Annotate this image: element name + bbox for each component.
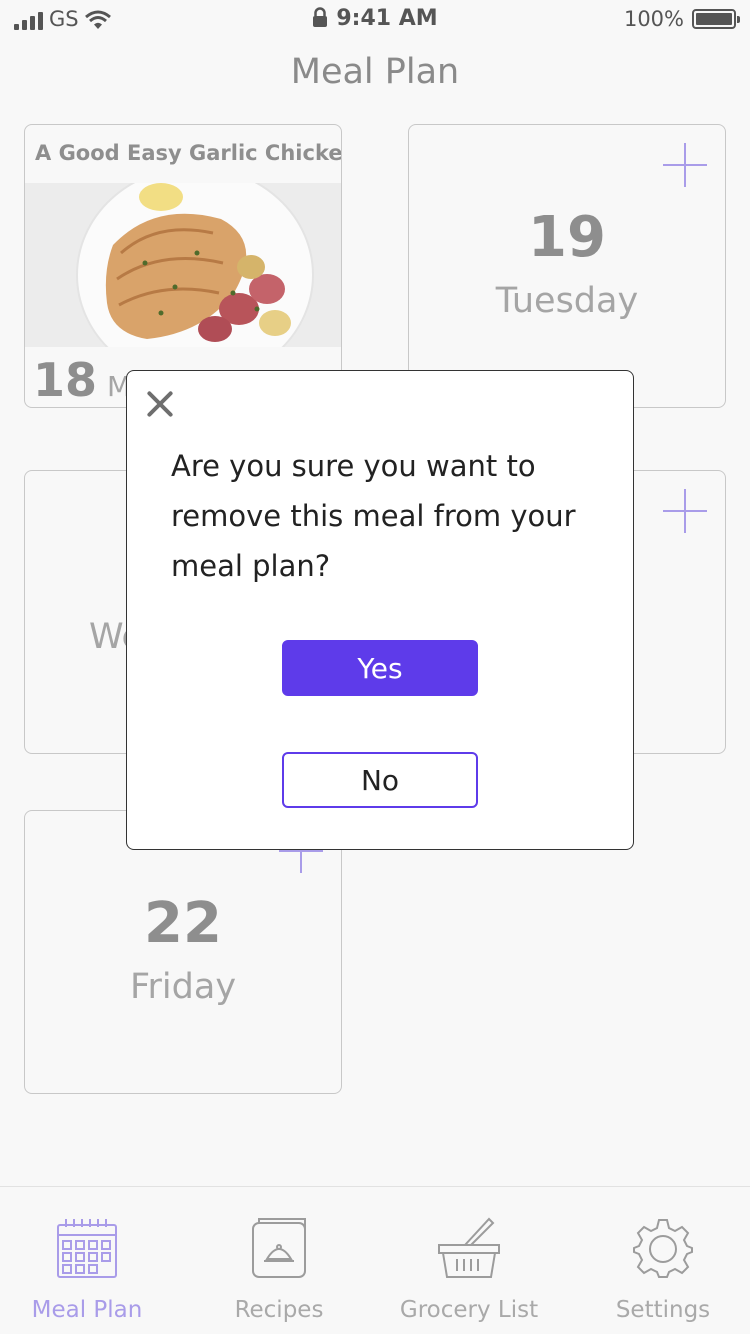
day-name: Friday (129, 967, 237, 1007)
day-number: 22 (144, 891, 222, 956)
tab-grocery-list[interactable]: Grocery List (374, 1215, 564, 1323)
battery-percent: 100% (623, 7, 684, 31)
tab-label: Settings (615, 1297, 711, 1323)
status-right: 100% (623, 7, 740, 31)
calendar-icon (0, 1215, 182, 1281)
status-bar: GS 9:41 AM 100% (0, 0, 750, 40)
day-card-friday[interactable]: 22 Friday (24, 810, 342, 1094)
meal-photo[interactable] (25, 183, 341, 347)
lock-icon (312, 7, 328, 33)
battery-icon (692, 9, 740, 29)
tab-label: Recipes (234, 1297, 324, 1323)
page-title: Meal Plan (290, 52, 460, 92)
add-meal-icon[interactable] (663, 143, 707, 187)
tab-label: Meal Plan (31, 1297, 143, 1323)
tab-bar: Meal Plan Recipes Grocery List Settings (0, 1186, 750, 1334)
recipe-book-icon (184, 1215, 374, 1281)
tab-recipes[interactable]: Recipes (184, 1215, 374, 1323)
yes-button[interactable]: Yes (282, 640, 478, 696)
day-name: Tuesday (495, 281, 639, 321)
day-card-monday[interactable]: A Good Easy Garlic Chicken 18 Mo (24, 124, 342, 408)
day-number: 19 (528, 205, 606, 270)
tab-settings[interactable]: Settings (568, 1215, 750, 1323)
add-meal-icon[interactable] (663, 489, 707, 533)
time-text: 9:41 AM (336, 6, 438, 31)
gear-icon (568, 1215, 750, 1281)
tab-meal-plan[interactable]: Meal Plan (0, 1215, 182, 1323)
dialog-message: Are you sure you want to remove this mea… (171, 449, 576, 583)
day-card-tuesday[interactable]: 19 Tuesday (408, 124, 726, 408)
tab-label: Grocery List (399, 1297, 539, 1323)
no-button[interactable]: No (282, 752, 478, 808)
meal-title: A Good Easy Garlic Chicken (35, 141, 342, 165)
close-icon[interactable] (143, 387, 177, 421)
basket-icon (374, 1215, 564, 1281)
remove-meal-dialog: Are you sure you want to remove this mea… (126, 370, 634, 850)
day-number: 18 (33, 353, 98, 407)
